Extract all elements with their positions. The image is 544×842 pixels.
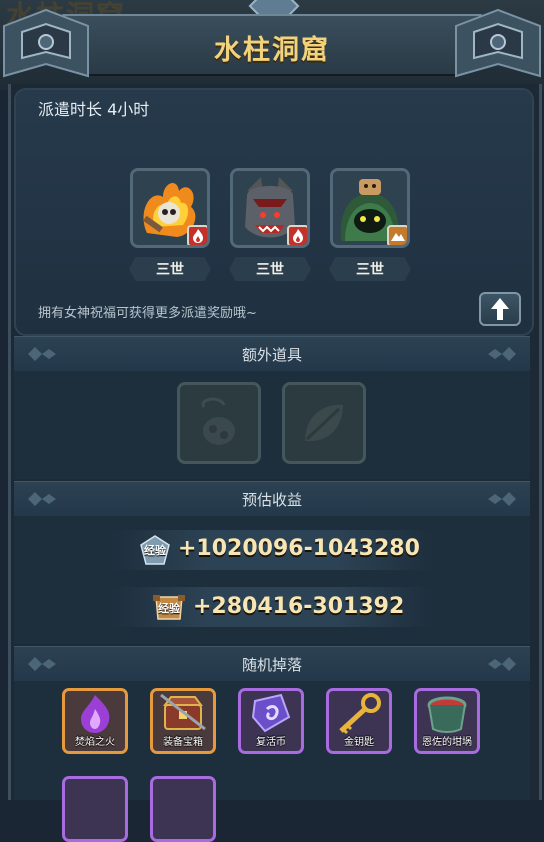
- hero-exp-gain-value: +1020096-1043280: [178, 536, 420, 561]
- extra-item-slot-leaf[interactable]: [282, 382, 366, 464]
- fire-icon: [187, 225, 207, 245]
- drop-item-label: 金钥匙: [344, 737, 374, 748]
- section-title-random-drops: 随机掉落: [241, 656, 302, 674]
- dispatch-duration-value: 4小时: [107, 100, 150, 119]
- hero-label-3: 三世: [356, 262, 384, 278]
- hero-slot-2[interactable]: [230, 168, 310, 248]
- drop-item-golden-key[interactable]: 金钥匙: [326, 688, 392, 754]
- drop-item-revive-coin[interactable]: 复活币: [238, 688, 304, 754]
- hero-slot-3[interactable]: [330, 168, 410, 248]
- fire-icon: [287, 225, 307, 245]
- page-title: 水柱洞窟: [214, 35, 330, 66]
- diamond-ornament-icon: [488, 657, 516, 671]
- drop-item-label: 装备宝箱: [163, 737, 203, 748]
- drop-item-label: 焚焰之火: [75, 737, 115, 748]
- drop-item-label: 复活币: [256, 737, 286, 748]
- drop-item-equipment-chest[interactable]: 装备宝箱: [150, 688, 216, 754]
- leaf-icon: [305, 404, 343, 442]
- section-header-extra-items: 额外道具: [14, 336, 530, 372]
- drop-item-partial-2[interactable]: [150, 776, 216, 842]
- player-exp-badge-label: 经验: [158, 602, 180, 615]
- extra-item-slot-seed[interactable]: [177, 382, 261, 464]
- extra-items-band: [14, 371, 530, 479]
- drop-item-enzo-crucible[interactable]: 恩佐的坩埚: [414, 688, 480, 754]
- hero-exp-icon: 经验: [138, 535, 172, 565]
- seed-pouch-icon: [201, 397, 235, 445]
- treasure-chest-icon: [160, 693, 206, 731]
- player-exp-gain-value: +280416-301392: [193, 594, 405, 619]
- player-exp-icon: 经验: [152, 593, 186, 623]
- section-header-estimated-gain: 预估收益: [14, 481, 530, 517]
- purple-flame-icon: [81, 695, 110, 733]
- golden-key-icon: [339, 693, 381, 735]
- goddess-blessing-hint: 拥有女神祝福可获得更多派遣奖励哦~: [38, 306, 257, 321]
- diamond-ornament-icon: [488, 492, 516, 506]
- section-title-extra-items: 额外道具: [241, 346, 302, 364]
- drop-item-label: 恩佐的坩埚: [422, 737, 472, 748]
- drop-item-partial-1[interactable]: [62, 776, 128, 842]
- boost-up-button[interactable]: [479, 292, 521, 326]
- section-title-estimated-gain: 预估收益: [241, 491, 302, 509]
- dispatch-duration: 派遣时长 4小时: [38, 96, 149, 120]
- hero-exp-badge-label: 经验: [144, 544, 166, 557]
- hero-slot-1[interactable]: [130, 168, 210, 248]
- hero-label-1: 三世: [156, 262, 184, 278]
- section-header-random-drops: 随机掉落: [14, 646, 530, 682]
- arrow-up-icon: [491, 298, 509, 320]
- diamond-ornament-icon: [488, 347, 516, 361]
- crucible-icon: [427, 696, 467, 733]
- dispatch-duration-label: 派遣时长: [38, 100, 103, 119]
- hero-label-2: 三世: [256, 262, 284, 278]
- earth-icon: [387, 225, 407, 245]
- revive-coin-icon: [251, 693, 291, 733]
- drop-item-blazing-fire[interactable]: 焚焰之火: [62, 688, 128, 754]
